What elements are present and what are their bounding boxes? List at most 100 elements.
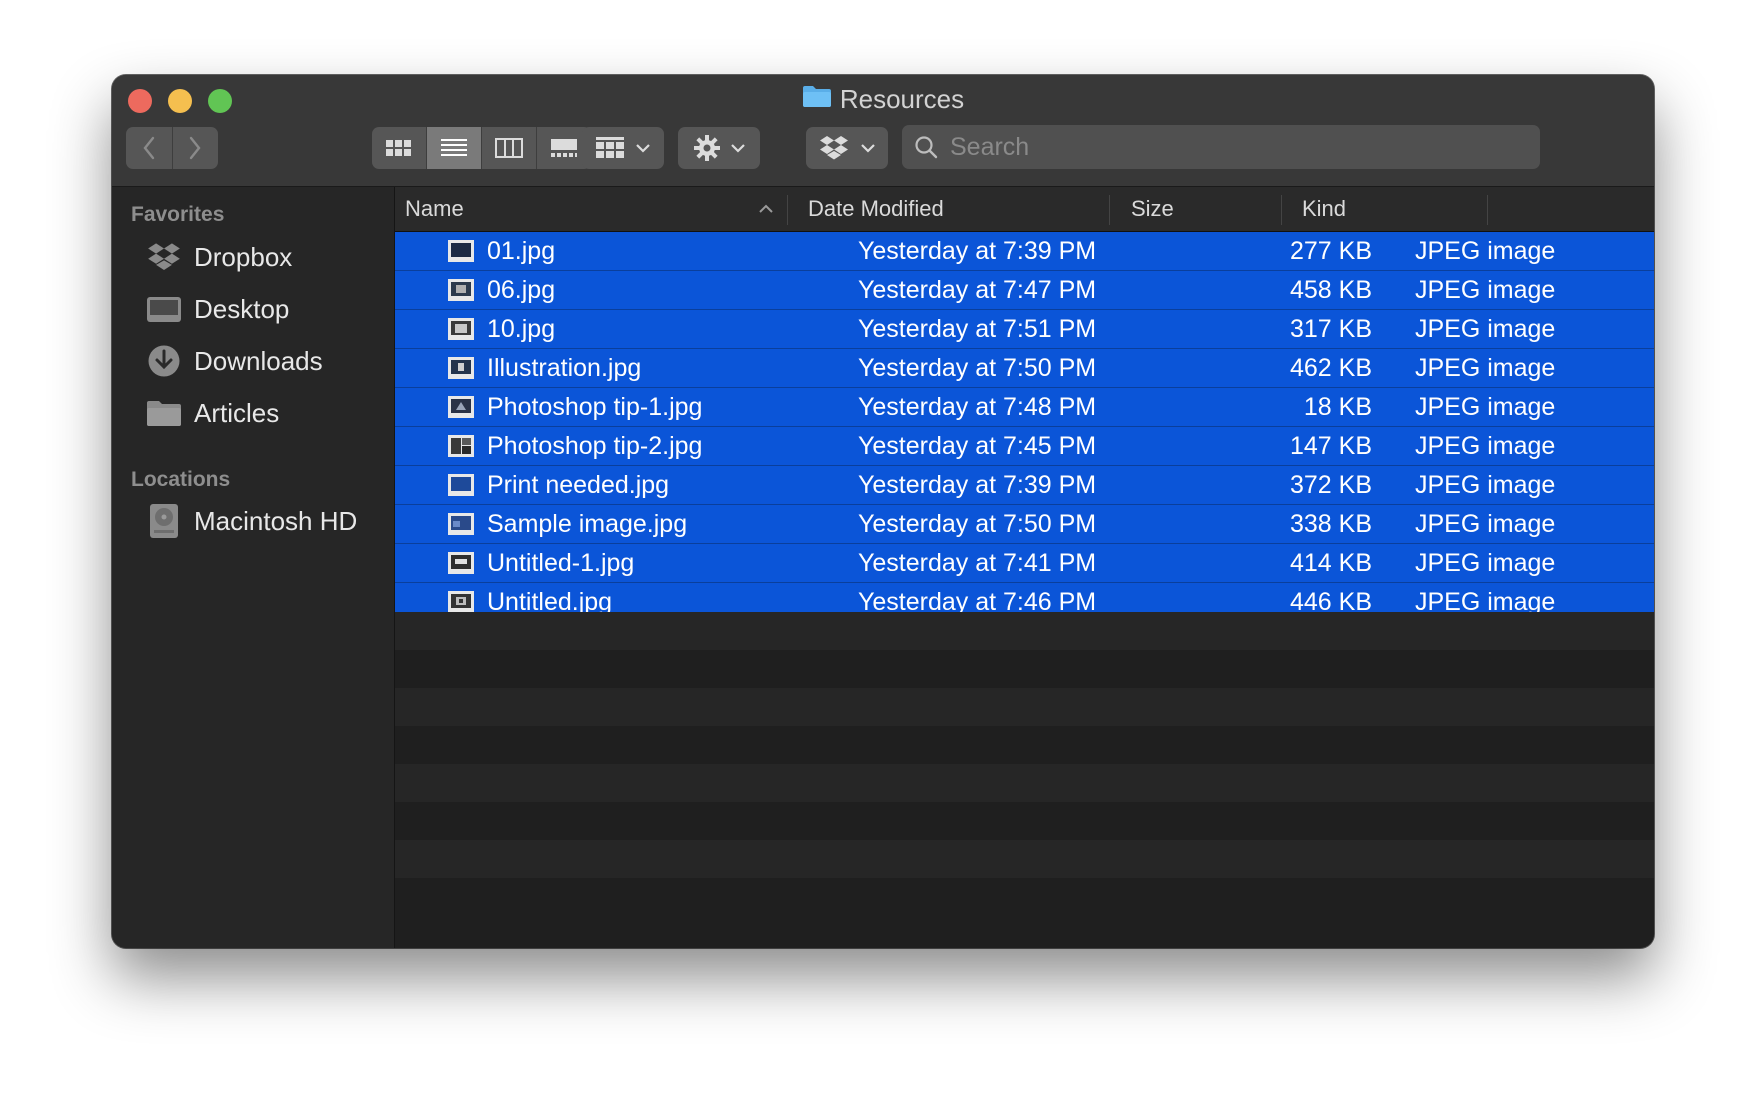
file-size: 18 KB (1303, 393, 1372, 421)
search-field[interactable] (902, 125, 1540, 169)
file-date: Yesterday at 7:41 PM (858, 549, 1097, 577)
jpeg-file-icon (448, 513, 474, 535)
file-size: 338 KB (1289, 510, 1372, 538)
chevron-left-icon (143, 136, 154, 160)
file-date: Yesterday at 7:39 PM (858, 237, 1097, 265)
view-mode-control (372, 127, 591, 169)
file-row[interactable]: Photoshop tip-1.jpg Yesterday at 7:48 PM… (395, 388, 1654, 427)
file-name: Photoshop tip-2.jpg (487, 432, 703, 460)
column-header-kind[interactable]: Kind (1302, 187, 1346, 231)
file-kind: JPEG image (1415, 393, 1556, 421)
file-name: 06.jpg (487, 276, 556, 304)
column-header-date[interactable]: Date Modified (808, 187, 944, 231)
file-row[interactable]: 01.jpg Yesterday at 7:39 PM 277 KB JPEG … (395, 232, 1654, 271)
file-date: Yesterday at 7:47 PM (858, 276, 1097, 304)
file-kind: JPEG image (1415, 549, 1556, 577)
file-date: Yesterday at 7:50 PM (858, 354, 1097, 382)
file-size: 147 KB (1289, 432, 1372, 460)
jpeg-file-icon (448, 240, 474, 262)
file-row[interactable]: Print needed.jpg Yesterday at 7:39 PM 37… (395, 466, 1654, 505)
finder-window: Resources Search Favorites Dropbox Deskt… (112, 75, 1654, 948)
jpeg-file-icon (448, 279, 474, 301)
file-kind: JPEG image (1415, 276, 1556, 304)
icon-view-button[interactable] (372, 127, 427, 169)
file-date: Yesterday at 7:39 PM (858, 471, 1097, 499)
sidebar-item-desktop[interactable]: Desktop (146, 289, 289, 329)
column-header: Name Date Modified Size Kind (395, 187, 1654, 232)
toolbar: Resources (112, 75, 1654, 187)
column-separator[interactable] (1487, 195, 1488, 225)
file-size: 372 KB (1289, 471, 1372, 499)
group-grid-icon (596, 137, 624, 158)
file-size: 462 KB (1289, 354, 1372, 382)
dropbox-button[interactable] (806, 127, 888, 169)
file-name: 01.jpg (487, 237, 556, 265)
hard-drive-icon (146, 503, 182, 539)
file-name: Print needed.jpg (487, 471, 670, 499)
file-kind: JPEG image (1415, 354, 1556, 382)
file-row[interactable]: Untitled-1.jpg Yesterday at 7:41 PM 414 … (395, 544, 1654, 583)
gallery-icon (551, 139, 577, 157)
gear-icon (694, 135, 720, 161)
sidebar-heading-locations: Locations (131, 468, 231, 491)
sidebar-item-downloads[interactable]: Downloads (146, 341, 323, 381)
jpeg-file-icon (448, 474, 474, 496)
sidebar-item-articles[interactable]: Articles (146, 393, 279, 433)
sidebar-item-label: Articles (194, 397, 280, 428)
file-row[interactable]: 06.jpg Yesterday at 7:47 PM 458 KB JPEG … (395, 271, 1654, 310)
action-menu-button[interactable] (678, 127, 760, 169)
file-name: 10.jpg (487, 315, 556, 343)
sidebar-item-dropbox[interactable]: Dropbox (146, 237, 292, 277)
file-name: Illustration.jpg (487, 354, 642, 382)
sidebar-item-label: Desktop (194, 293, 290, 324)
dropbox-icon (146, 239, 182, 275)
file-size: 317 KB (1289, 315, 1372, 343)
column-separator[interactable] (1109, 195, 1110, 225)
nav-buttons (126, 127, 218, 169)
column-header-size[interactable]: Size (1131, 187, 1174, 231)
file-date: Yesterday at 7:45 PM (858, 432, 1097, 460)
group-by-button[interactable] (582, 127, 664, 169)
list-view-button[interactable] (427, 127, 482, 169)
file-kind: JPEG image (1415, 315, 1556, 343)
file-row[interactable]: 10.jpg Yesterday at 7:51 PM 317 KB JPEG … (395, 310, 1654, 349)
chevron-down-icon (636, 144, 650, 153)
folder-icon (802, 81, 832, 117)
jpeg-file-icon (448, 552, 474, 574)
jpeg-file-icon (448, 435, 474, 457)
dropbox-icon (820, 136, 848, 160)
chevron-down-icon (731, 144, 745, 153)
back-button[interactable] (126, 127, 173, 169)
file-name: Sample image.jpg (487, 510, 688, 538)
list-lines-icon (441, 139, 467, 156)
file-date: Yesterday at 7:48 PM (858, 393, 1097, 421)
file-date: Yesterday at 7:51 PM (858, 315, 1097, 343)
desktop-folder-icon (146, 291, 182, 327)
file-kind: JPEG image (1415, 237, 1556, 265)
sidebar-item-macintosh-hd[interactable]: Macintosh HD (146, 501, 357, 541)
file-name: Photoshop tip-1.jpg (487, 393, 703, 421)
downloads-icon (146, 343, 182, 379)
sort-ascending-icon (759, 204, 773, 213)
file-kind: JPEG image (1415, 432, 1556, 460)
column-view-button[interactable] (482, 127, 537, 169)
sidebar-item-label: Downloads (194, 345, 323, 376)
file-size: 458 KB (1289, 276, 1372, 304)
column-separator[interactable] (787, 195, 788, 225)
sidebar-item-label: Dropbox (194, 241, 293, 272)
window-title-text: Resources (839, 84, 965, 114)
file-kind: JPEG image (1415, 471, 1556, 499)
file-list: Name Date Modified Size Kind 01.jpg Yest… (395, 187, 1654, 948)
file-row[interactable]: Sample image.jpg Yesterday at 7:50 PM 33… (395, 505, 1654, 544)
file-row[interactable]: Photoshop tip-2.jpg Yesterday at 7:45 PM… (395, 427, 1654, 466)
file-row[interactable]: Illustration.jpg Yesterday at 7:50 PM 46… (395, 349, 1654, 388)
sidebar-item-label: Macintosh HD (194, 505, 358, 536)
column-header-name[interactable]: Name (405, 187, 464, 231)
search-icon (915, 136, 938, 159)
column-separator[interactable] (1281, 195, 1282, 225)
forward-button[interactable] (173, 127, 219, 169)
jpeg-file-icon (448, 318, 474, 340)
search-input[interactable] (950, 132, 1510, 162)
file-rows: 01.jpg Yesterday at 7:39 PM 277 KB JPEG … (395, 232, 1654, 622)
file-name: Untitled-1.jpg (487, 549, 635, 577)
